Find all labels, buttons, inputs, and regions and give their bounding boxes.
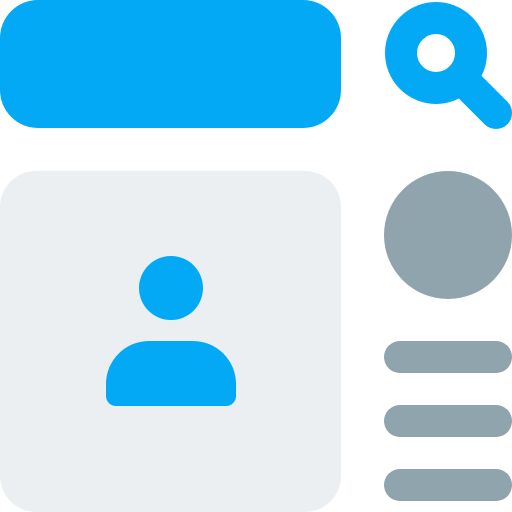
profile-search-illustration (0, 0, 512, 512)
search-handle (449, 66, 512, 129)
search-icon[interactable] (383, 0, 512, 129)
user-icon (106, 256, 236, 406)
user-head (139, 256, 203, 320)
user-body (106, 341, 236, 406)
avatar-placeholder (384, 171, 512, 299)
text-line-placeholder (384, 341, 512, 373)
search-bar[interactable] (0, 0, 341, 128)
text-line-placeholder (384, 405, 512, 437)
text-line-placeholder (384, 469, 512, 501)
